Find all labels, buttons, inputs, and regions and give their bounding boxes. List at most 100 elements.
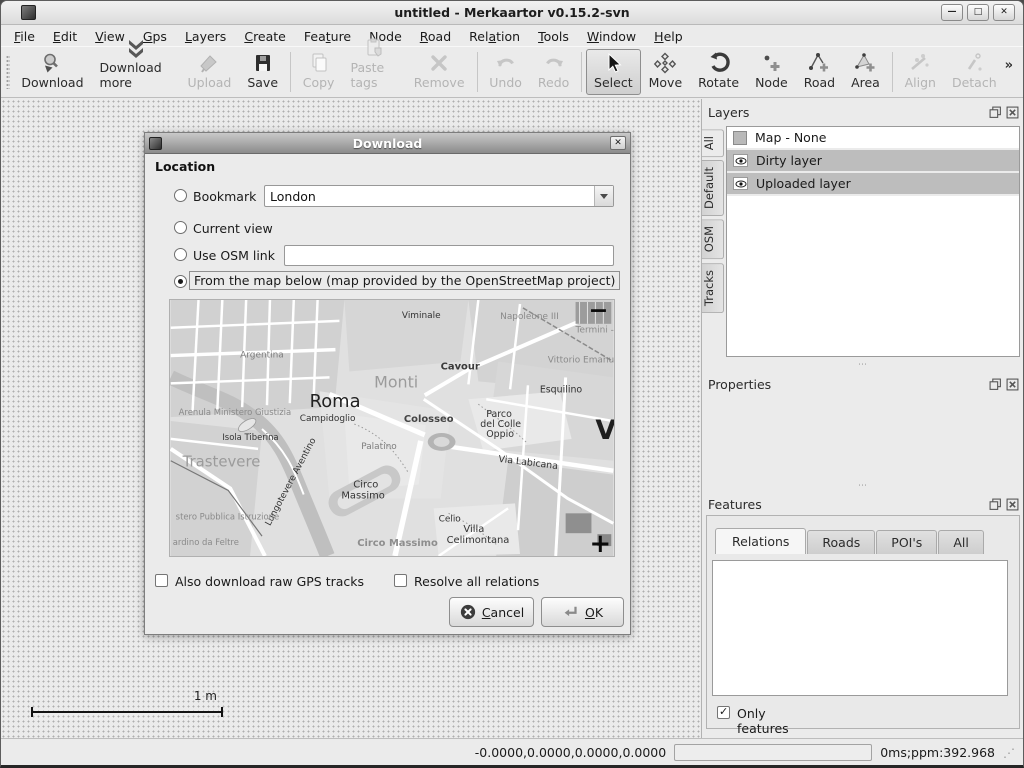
features-close-icon[interactable]: [1006, 498, 1019, 511]
dialog-map[interactable]: Viminale Napoleone III Termini - La Arge…: [169, 299, 615, 557]
toolbar-overflow-chevron[interactable]: »: [1005, 58, 1021, 87]
save-icon: [251, 51, 275, 75]
layers-float-icon[interactable]: [989, 106, 1002, 119]
eye-icon[interactable]: [733, 154, 748, 167]
select-tool-button[interactable]: Select: [586, 49, 641, 95]
layers-tab-all[interactable]: All: [702, 129, 724, 157]
menu-item[interactable]: Feature: [295, 27, 360, 46]
ok-enter-icon: [562, 603, 580, 621]
bookmark-radio[interactable]: [174, 189, 187, 202]
render-metrics: 0ms;ppm:392.968: [880, 745, 995, 760]
toolbar-handle[interactable]: [6, 55, 10, 89]
layer-row-map-none[interactable]: Map - None: [727, 127, 1019, 150]
copy-button[interactable]: Copy: [295, 49, 343, 95]
map-label: Palatino: [361, 442, 396, 452]
menu-item[interactable]: Create: [235, 27, 295, 46]
upload-button[interactable]: Upload: [180, 49, 240, 95]
layers-tab-tracks[interactable]: Tracks: [702, 263, 724, 313]
map-label: Argentina: [240, 351, 284, 361]
features-tab-roads[interactable]: Roads: [807, 530, 875, 554]
osm-link-input[interactable]: [284, 245, 614, 266]
download-more-button[interactable]: Download more: [92, 49, 180, 95]
layer-row-dirty[interactable]: Dirty layer: [727, 150, 1019, 173]
map-label: Roma: [310, 391, 361, 412]
gps-tracks-checkbox[interactable]: [155, 574, 168, 587]
menu-item[interactable]: Layers: [176, 27, 235, 46]
properties-float-icon[interactable]: [989, 378, 1002, 391]
road-tool-button[interactable]: Road: [796, 49, 843, 95]
resolve-relations-checkbox[interactable]: [394, 574, 407, 587]
toolbar: Download Download more Upload Save Copy …: [1, 46, 1023, 98]
map-label: Circo: [353, 480, 378, 491]
move-tool-button[interactable]: Move: [641, 49, 691, 95]
move-icon: [653, 51, 677, 75]
download-icon: [40, 51, 64, 75]
properties-close-icon[interactable]: [1006, 378, 1019, 391]
menu-item[interactable]: Tools: [529, 27, 578, 46]
layer-visibility-checkbox[interactable]: [733, 131, 747, 145]
menu-item[interactable]: Window: [578, 27, 645, 46]
viewport-only-checkbox[interactable]: [717, 706, 730, 719]
menubar: FileEditViewGpsLayersCreateFeatureNodeRo…: [1, 26, 1023, 46]
dock-splitter[interactable]: ⋯: [702, 482, 1024, 490]
features-float-icon[interactable]: [989, 498, 1002, 511]
map-zoom-in-button[interactable]: +: [589, 529, 611, 556]
layer-row-uploaded[interactable]: Uploaded layer: [727, 173, 1019, 196]
coordinates-readout: -0.0000,0.0000,0.0000,0.0000: [475, 745, 666, 760]
menu-item[interactable]: Edit: [44, 27, 86, 46]
remove-button[interactable]: Remove: [406, 49, 473, 95]
ok-button[interactable]: OK: [541, 597, 624, 627]
cancel-button[interactable]: Cancel: [449, 597, 534, 627]
map-label: Esquilino: [540, 384, 583, 395]
osm-link-radio[interactable]: [174, 248, 187, 261]
current-view-label: Current view: [193, 221, 273, 236]
align-icon: [908, 51, 932, 75]
from-map-radio[interactable]: [174, 275, 187, 288]
remove-icon: [427, 51, 451, 75]
menu-item[interactable]: Relation: [460, 27, 529, 46]
features-list[interactable]: [712, 560, 1008, 696]
map-zoom-out-button[interactable]: −: [588, 300, 608, 324]
properties-dock-title: Properties: [708, 377, 771, 392]
bookmark-label: Bookmark: [193, 189, 256, 204]
map-label: Massimo: [341, 490, 384, 501]
undo-icon: [494, 51, 518, 75]
undo-button[interactable]: Undo: [481, 49, 530, 95]
menu-item[interactable]: File: [5, 27, 44, 46]
paste-tags-button[interactable]: Paste tags: [342, 49, 405, 95]
map-watermark: V: [595, 415, 614, 446]
toolbar-separator: [477, 52, 478, 92]
bookmark-combobox[interactable]: London: [264, 185, 614, 207]
save-button[interactable]: Save: [239, 49, 286, 95]
features-tab-all[interactable]: All: [938, 530, 984, 554]
menu-item[interactable]: Help: [645, 27, 692, 46]
toolbar-separator: [290, 52, 291, 92]
current-view-radio[interactable]: [174, 221, 187, 234]
dialog-titlebar[interactable]: Download ✕: [145, 133, 630, 154]
align-button[interactable]: Align: [897, 49, 944, 95]
layers-tab-default[interactable]: Default: [702, 160, 724, 216]
resize-grip[interactable]: ⋰: [1003, 748, 1015, 758]
redo-button[interactable]: Redo: [530, 49, 577, 95]
download-button[interactable]: Download: [13, 49, 91, 95]
node-tool-button[interactable]: Node: [747, 49, 796, 95]
menu-item[interactable]: Road: [411, 27, 460, 46]
rotate-tool-button[interactable]: Rotate: [690, 49, 747, 95]
features-panel: Relations Roads POI's All Only features …: [706, 515, 1020, 729]
map-label: Colosseo: [404, 414, 454, 425]
from-map-label: From the map below (map provided by the …: [189, 271, 620, 290]
map-label: Isola Tiberina: [222, 432, 278, 442]
map-label: stero Pubblica Istruzione: [176, 511, 280, 521]
layers-close-icon[interactable]: [1006, 106, 1019, 119]
dock-splitter[interactable]: ⋯: [702, 361, 1024, 369]
map-label: Vittorio Emanuele: [548, 356, 614, 366]
area-tool-button[interactable]: Area: [843, 49, 888, 95]
features-tab-pois[interactable]: POI's: [876, 530, 937, 554]
rotate-icon: [707, 51, 731, 75]
dialog-title: Download: [145, 136, 630, 151]
detach-button[interactable]: Detach: [944, 49, 1005, 95]
eye-icon[interactable]: [733, 177, 748, 190]
features-tab-relations[interactable]: Relations: [715, 528, 806, 554]
map-label: Termini - La: [575, 326, 614, 336]
layers-tab-osm[interactable]: OSM: [702, 219, 724, 259]
